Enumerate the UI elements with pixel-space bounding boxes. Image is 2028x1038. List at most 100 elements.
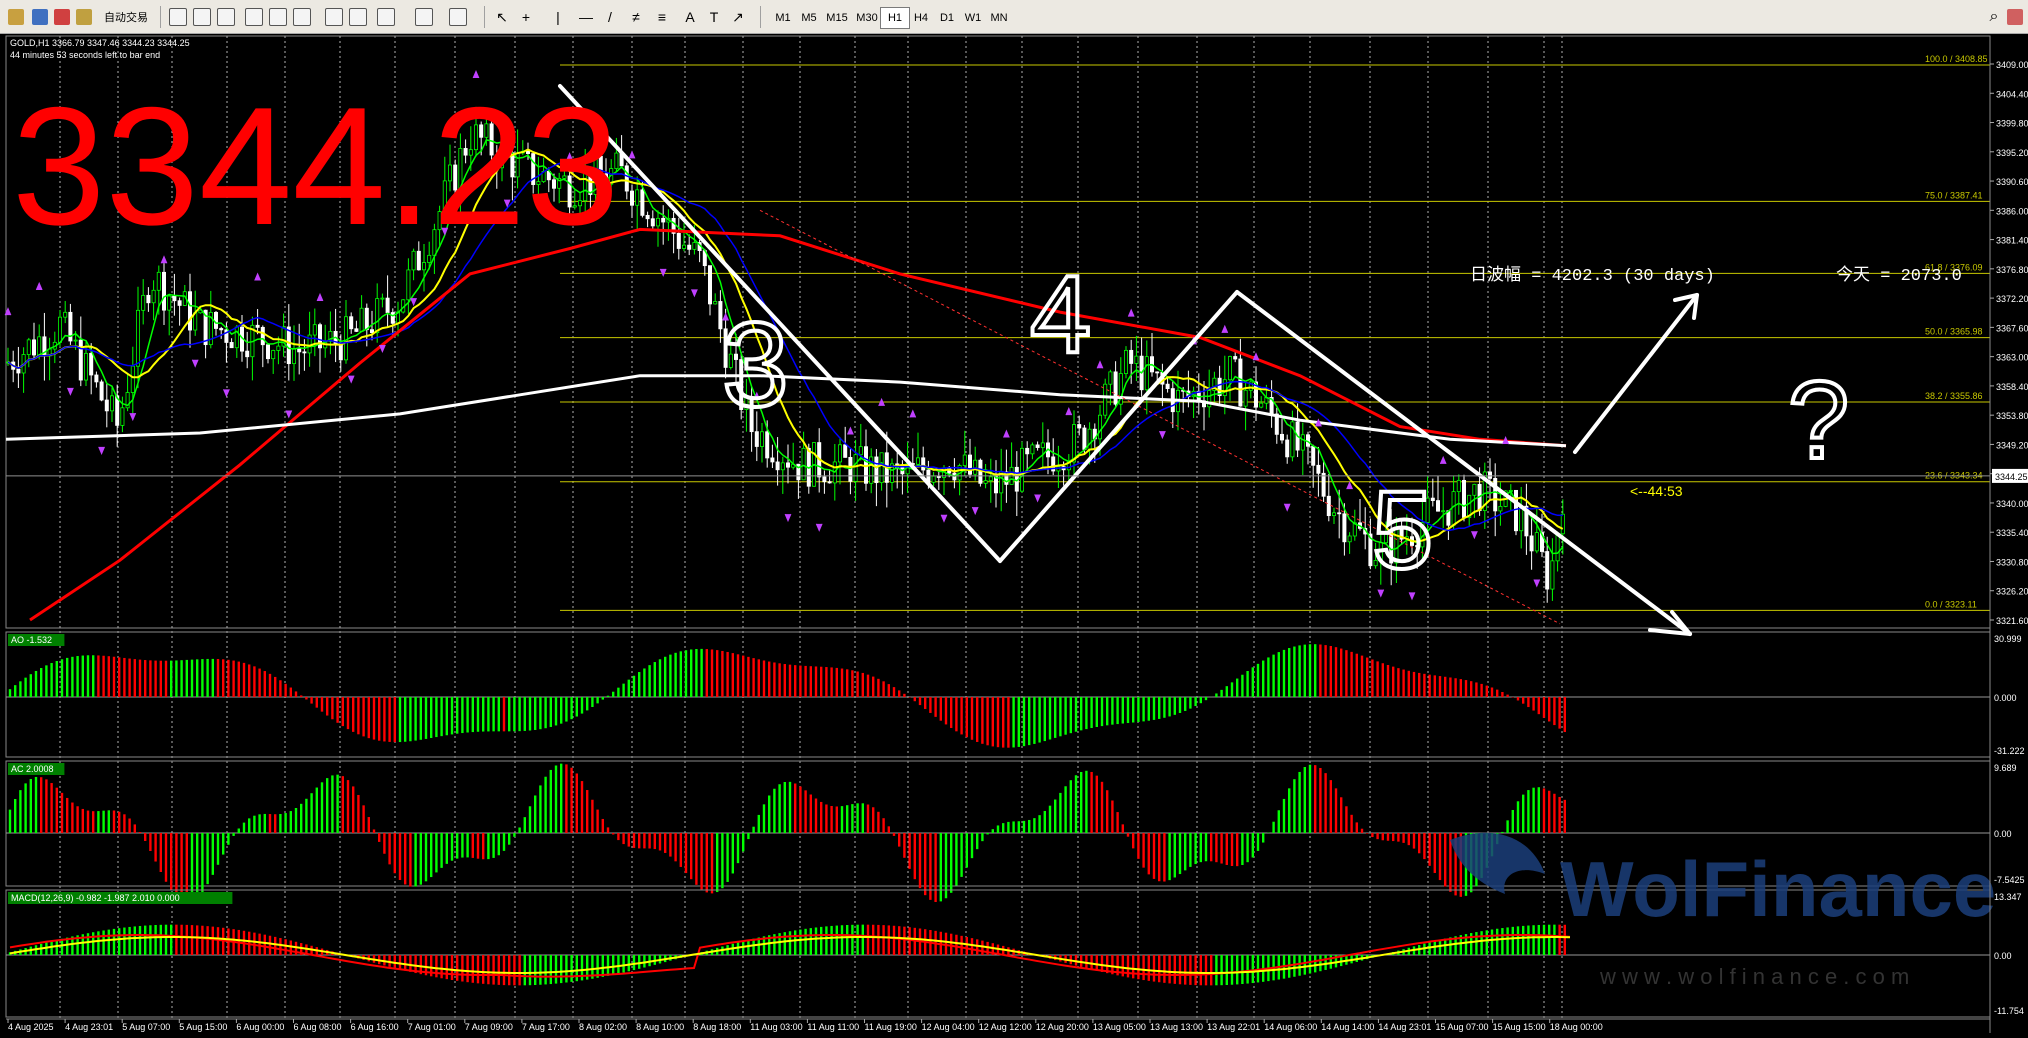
- wave-label-3: 3: [722, 298, 789, 432]
- fractal-up-arrow: [35, 281, 43, 291]
- candle-body: [1472, 483, 1477, 496]
- new-order-icon[interactable]: [52, 7, 72, 27]
- price-tick-label: 3330.80: [1996, 557, 2028, 567]
- auto-trade-icon[interactable]: [74, 7, 94, 27]
- open-icon[interactable]: [6, 7, 26, 27]
- candle-body: [1550, 560, 1555, 590]
- candle-body: [1321, 472, 1326, 497]
- candle-body: [1165, 383, 1170, 390]
- time-tick-label: 8 Aug 18:00: [693, 1022, 741, 1032]
- candle-body: [37, 336, 42, 356]
- price-tick-label: 3353.80: [1996, 411, 2028, 421]
- auto-trade-button[interactable]: 自动交易: [96, 7, 156, 27]
- timeframe-mn-button[interactable]: MN: [984, 7, 1014, 29]
- zoom-in-icon[interactable]: [244, 7, 264, 27]
- account-glyph: [2007, 9, 2023, 25]
- candle-body: [297, 348, 302, 353]
- candle-body: [78, 339, 83, 381]
- bar-chart-icon[interactable]: [168, 7, 188, 27]
- candlestick-icon-glyph: [193, 8, 211, 26]
- vertical-line-icon[interactable]: |: [548, 7, 568, 27]
- fractal-up-arrow: [1003, 429, 1010, 438]
- fractal-up-arrow: [254, 272, 261, 281]
- candle-body: [1020, 447, 1025, 492]
- candle-body: [359, 307, 364, 332]
- tile-windows-icon[interactable]: [292, 7, 312, 27]
- time-tick-label: 15 Aug 07:00: [1436, 1022, 1489, 1032]
- candle-body: [1144, 356, 1149, 391]
- horizontal-line-icon[interactable]: —: [576, 7, 596, 27]
- candle-body: [624, 165, 629, 192]
- arrows-icon[interactable]: ↗: [728, 7, 748, 27]
- fractal-down-arrow: [971, 506, 979, 516]
- autoscroll-icon[interactable]: [348, 7, 368, 27]
- time-tick-label: 6 Aug 00:00: [236, 1022, 284, 1032]
- chart-shift-icon[interactable]: [324, 7, 344, 27]
- candle-body: [167, 295, 172, 311]
- separator: [760, 6, 761, 28]
- time-tick-label: 5 Aug 15:00: [179, 1022, 227, 1032]
- candle-body: [265, 344, 270, 360]
- candle-body: [156, 271, 161, 291]
- candle-body: [58, 316, 63, 343]
- line-chart-icon[interactable]: [216, 7, 236, 27]
- text-icon[interactable]: A: [680, 7, 700, 27]
- ac-panel-label: AC 2.0008: [11, 764, 54, 774]
- candle-body: [1108, 371, 1113, 385]
- label-icon[interactable]: T: [704, 7, 724, 27]
- trendline-icon[interactable]: /: [600, 7, 620, 27]
- time-tick-label: 13 Aug 05:00: [1093, 1022, 1146, 1032]
- search-icon[interactable]: ⌕: [1984, 7, 2004, 27]
- candle-body: [26, 339, 31, 355]
- timeframe-m15-button[interactable]: M15: [820, 7, 854, 29]
- candle-body: [406, 269, 411, 301]
- zoom-out-icon[interactable]: [268, 7, 288, 27]
- chart-canvas[interactable]: 100.0 / 3408.8575.0 / 3387.4161.8 / 3376…: [0, 34, 2028, 1033]
- candle-body: [1285, 439, 1290, 458]
- candle-body: [84, 352, 89, 381]
- candle-body: [104, 399, 109, 412]
- separator: [160, 6, 161, 28]
- chart-window[interactable]: 100.0 / 3408.85 75.0 / 3387.41 61.8 / 3376…: [0, 34, 2028, 1033]
- candle-body: [645, 214, 650, 220]
- candle-body: [661, 217, 666, 223]
- candle-body: [375, 298, 380, 334]
- indicators-icon[interactable]: [376, 7, 396, 27]
- periods-icon-glyph: [415, 8, 433, 26]
- tile-windows-icon-glyph: [293, 8, 311, 26]
- candle-body: [1072, 424, 1077, 463]
- candle-body: [770, 457, 775, 463]
- candle-body: [983, 480, 988, 484]
- candle-body: [260, 326, 265, 346]
- time-tick-label: 12 Aug 12:00: [979, 1022, 1032, 1032]
- crosshair-icon[interactable]: +: [516, 7, 536, 27]
- candle-body: [916, 457, 921, 465]
- wolf-logo-icon: [1450, 832, 1545, 894]
- open-icon-glyph: [8, 9, 24, 25]
- periods-icon[interactable]: [414, 7, 434, 27]
- candle-body: [822, 476, 827, 483]
- time-tick-label: 4 Aug 23:01: [65, 1022, 113, 1032]
- time-tick-label: 18 Aug 00:00: [1550, 1022, 1603, 1032]
- ao-panel-max-label: 30.999: [1994, 634, 2022, 644]
- account-icon[interactable]: [2006, 7, 2024, 27]
- fibo-icon[interactable]: ≡: [652, 7, 672, 27]
- timeframe-m30-button[interactable]: M30: [850, 7, 884, 29]
- templates-icon[interactable]: [448, 7, 468, 27]
- candle-body: [161, 271, 166, 311]
- chart-text: GOLD,H1 3366.79 3347.46 3344.23 3344.25 4…: [10, 38, 1962, 499]
- candle-body: [99, 381, 104, 401]
- profiles-icon[interactable]: [30, 7, 50, 27]
- drawn-up-arrow: [1573, 293, 1699, 454]
- candle-body: [1103, 383, 1108, 416]
- candle-body: [421, 262, 426, 271]
- candle-body: [354, 328, 359, 332]
- candle-body: [994, 476, 999, 494]
- candlestick-icon[interactable]: [192, 7, 212, 27]
- candle-body: [827, 481, 832, 484]
- candle-body: [1441, 510, 1446, 513]
- channel-icon[interactable]: ≠: [626, 7, 646, 27]
- watermark-logo-text: WolFinance: [1560, 845, 1996, 933]
- cursor-icon[interactable]: ↖: [492, 7, 512, 27]
- candle-body: [1462, 479, 1467, 518]
